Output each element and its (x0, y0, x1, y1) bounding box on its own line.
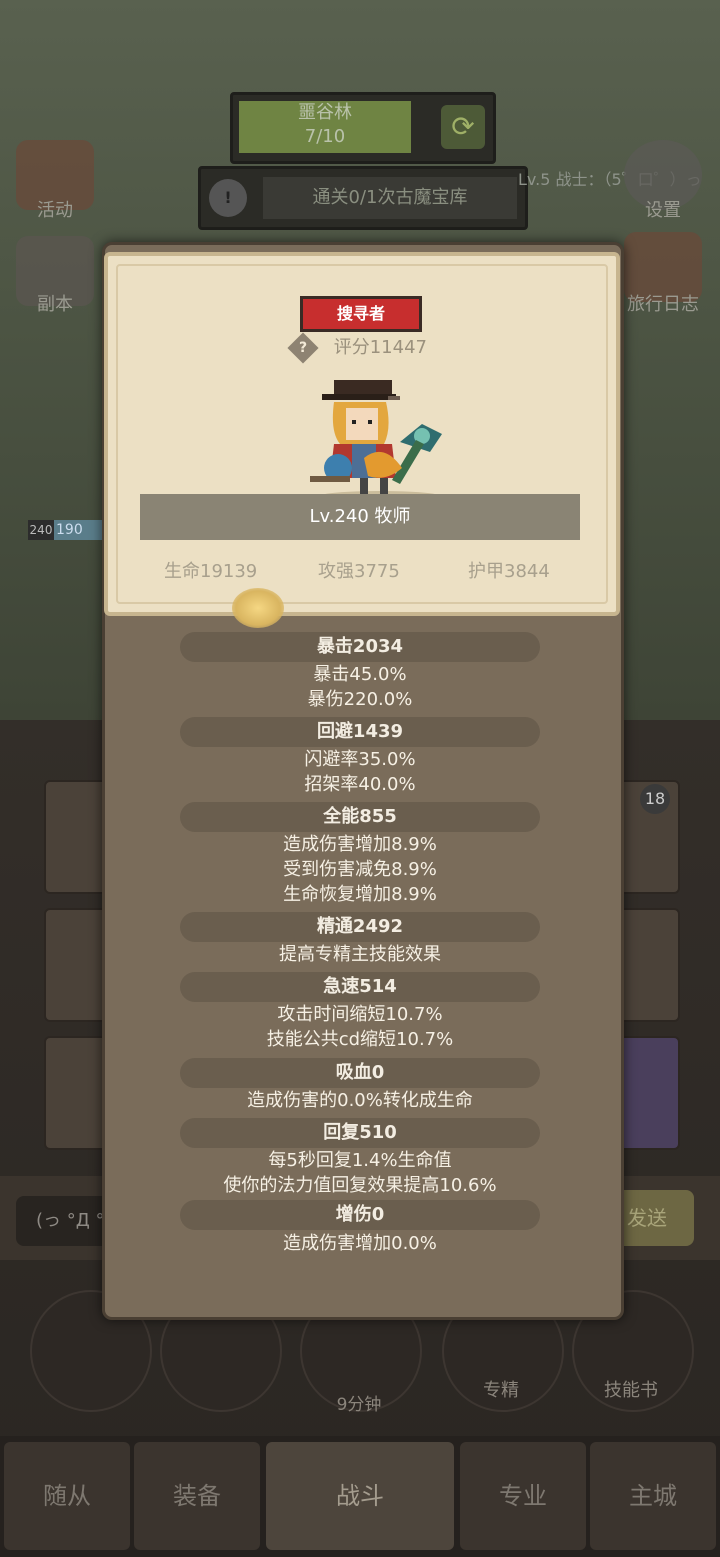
priest-hero-sprite (310, 380, 442, 501)
stat-line: 技能公共cd缩短10.7% (266, 1029, 454, 1050)
coin-glow (232, 588, 284, 628)
stat-line: 暴伤220.0% (307, 689, 413, 710)
stat-header-avoidance: 回避1439 (180, 717, 540, 747)
stat-line: 提高专精主技能效果 (279, 944, 441, 965)
stat-line: 招架率40.0% (304, 774, 416, 795)
help-icon[interactable]: ? (287, 332, 319, 364)
hp-stat: 生命19139 (164, 561, 258, 582)
stat-line: 受到伤害减免8.9% (283, 859, 437, 880)
score-label: 评分11447 (333, 337, 427, 358)
stat-header-mastery: 精通2492 (180, 912, 540, 942)
stat-line: 使你的法力值回复效果提高10.6% (223, 1175, 497, 1196)
role-badge: 搜寻者 (300, 296, 422, 332)
score-row: ? 评分11447 (287, 332, 427, 364)
stat-header-haste: 急速514 (180, 972, 540, 1002)
stat-line: 造成伤害增加0.0% (283, 1233, 437, 1254)
stat-line: 闪避率35.0% (304, 749, 416, 770)
hero-level-class: Lv.240 牧师 (140, 494, 580, 540)
stat-line: 暴击45.0% (313, 664, 407, 685)
stat-line: 每5秒回复1.4%生命值 (268, 1150, 452, 1171)
stat-line: 造成伤害的0.0%转化成生命 (247, 1090, 473, 1111)
base-stats: 生命19139 攻强3775 护甲3844 (140, 556, 580, 588)
stat-line: 攻击时间缩短10.7% (277, 1004, 443, 1025)
attack-power-stat: 攻强3775 (318, 561, 400, 582)
stat-header-regen: 回复510 (180, 1118, 540, 1148)
stat-header-crit: 暴击2034 (180, 632, 540, 662)
stat-header-damage-bonus: 增伤0 (180, 1200, 540, 1230)
stat-header-versatility: 全能855 (180, 802, 540, 832)
armor-stat: 护甲3844 (468, 561, 550, 582)
stat-line: 生命恢复增加8.9% (283, 884, 437, 905)
stat-line: 造成伤害增加8.9% (283, 834, 437, 855)
stat-header-leech: 吸血0 (180, 1058, 540, 1088)
